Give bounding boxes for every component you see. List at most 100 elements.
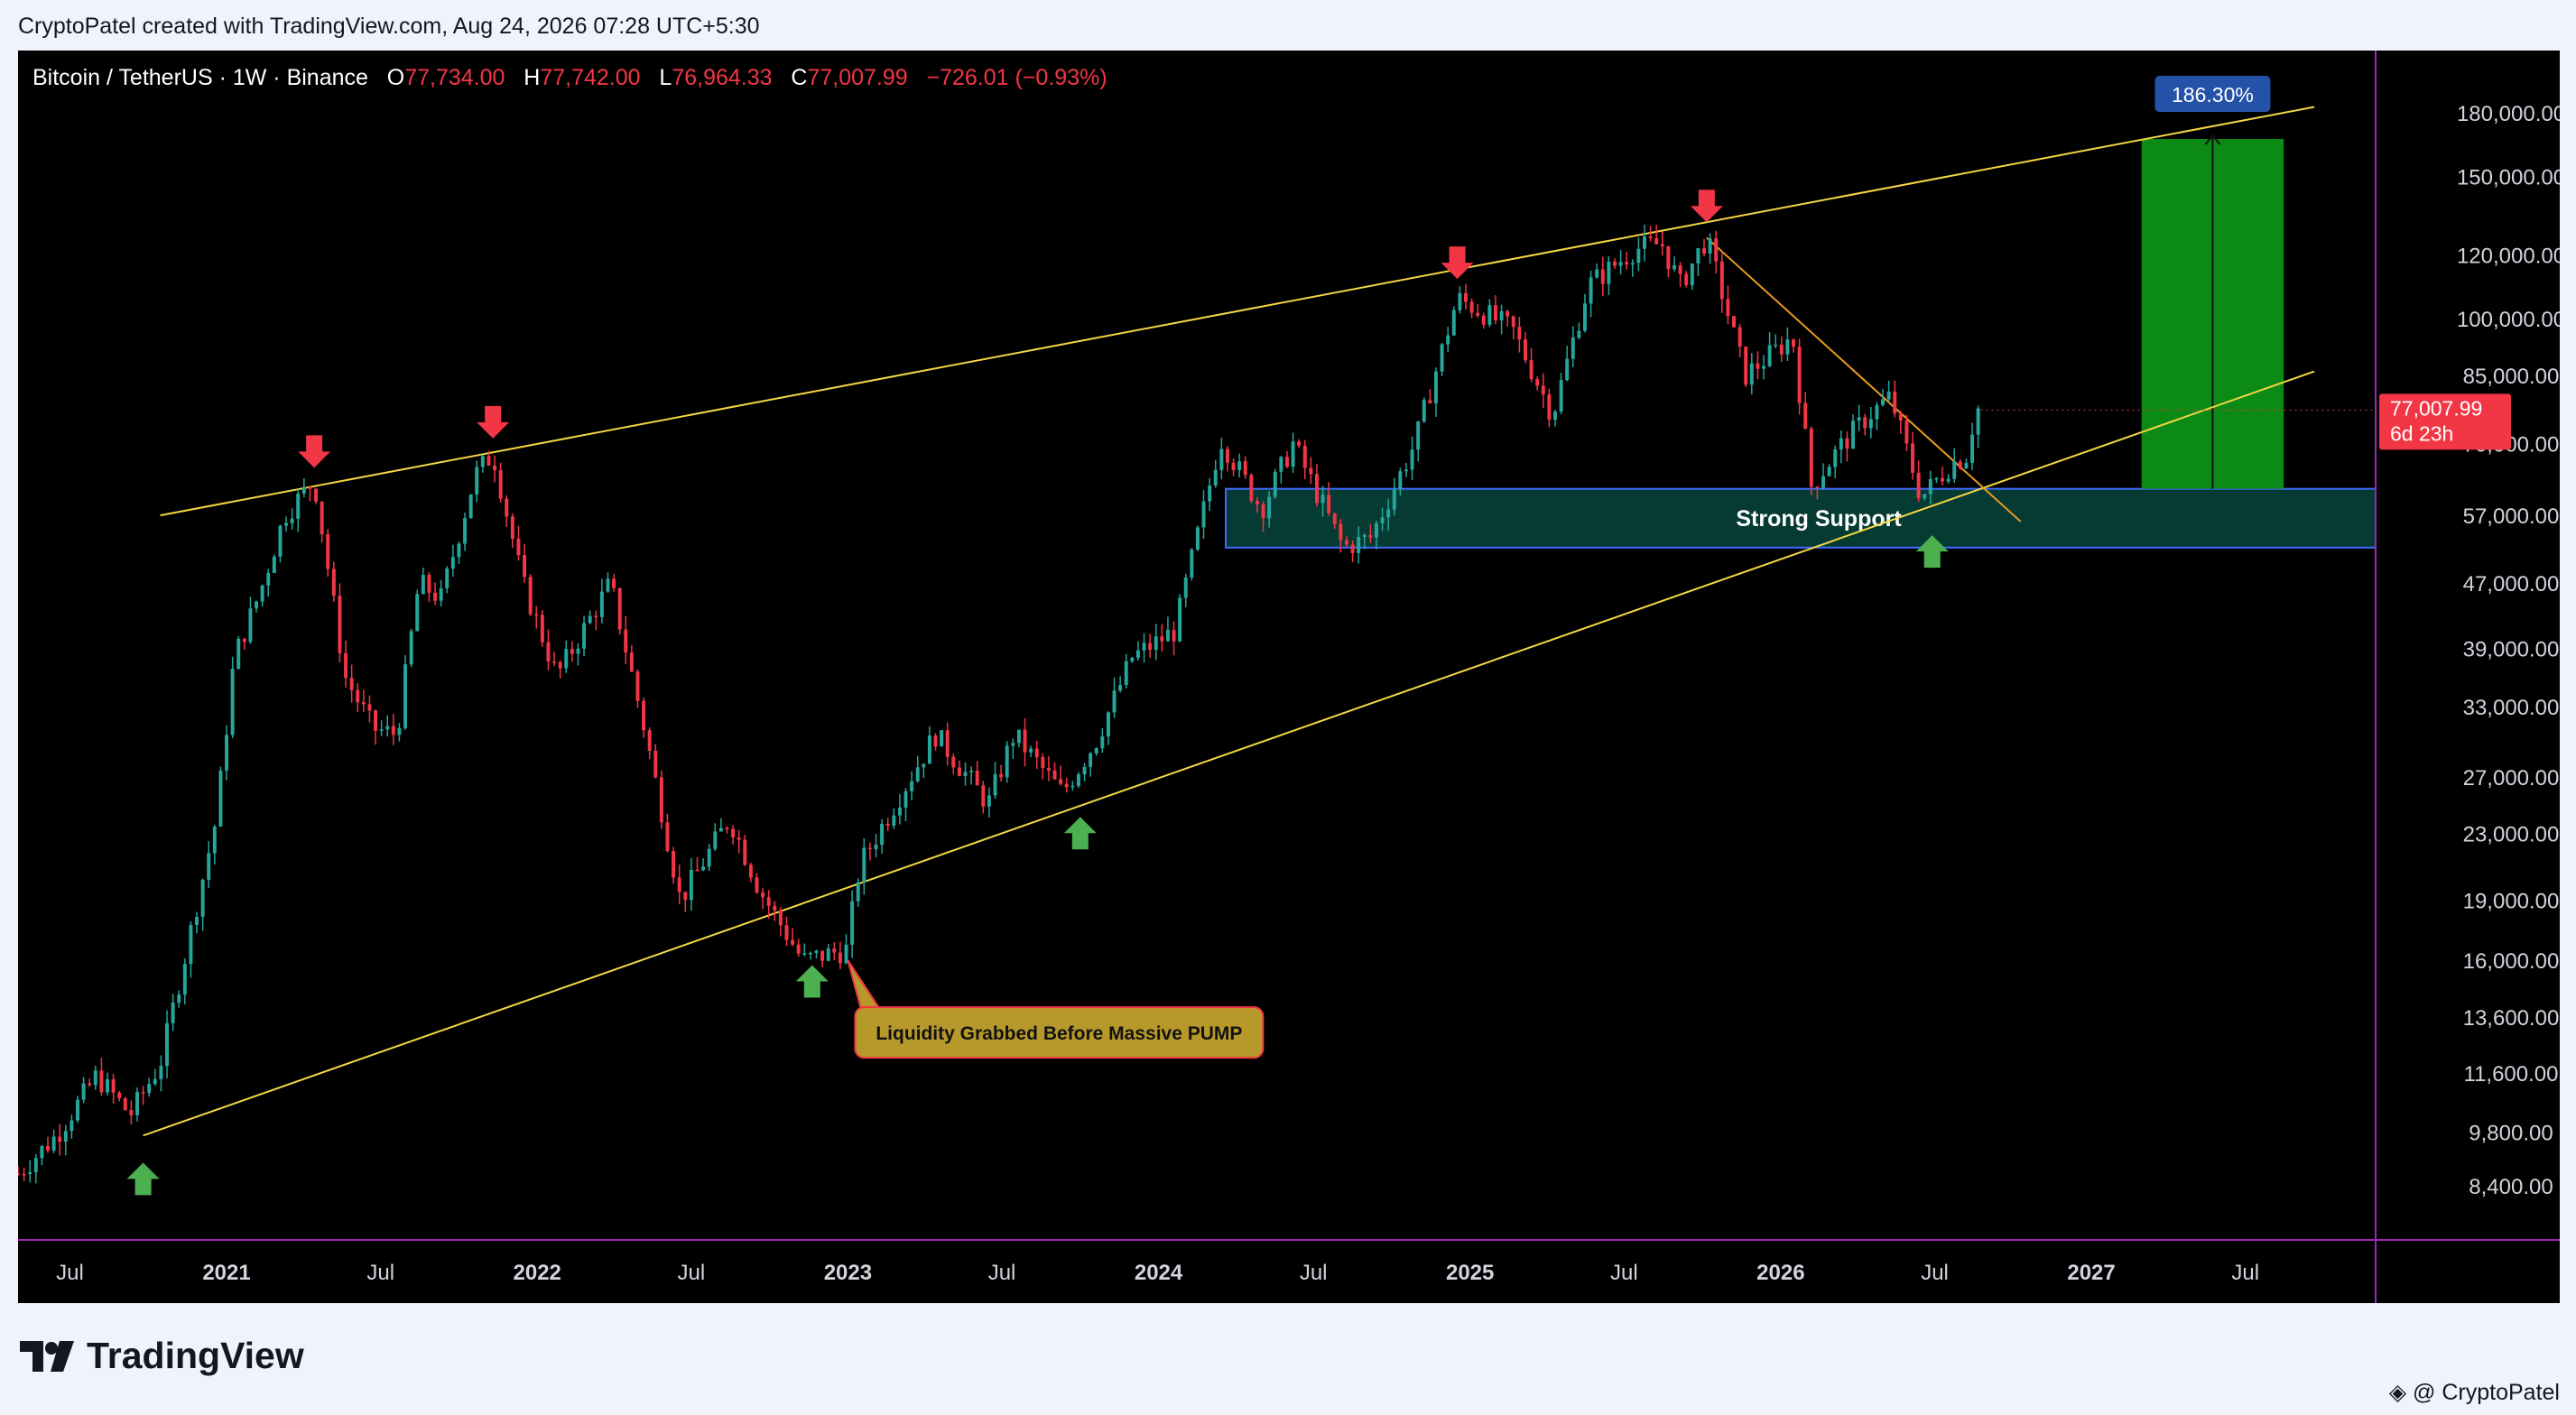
candle-body[interactable] (1064, 783, 1069, 788)
candle-body[interactable] (784, 925, 789, 940)
candle-body[interactable] (28, 1172, 32, 1175)
candle-body[interactable] (826, 948, 830, 961)
candle-body[interactable] (1958, 461, 1962, 469)
candle-body[interactable] (867, 847, 872, 850)
candle-body[interactable] (1320, 495, 1325, 504)
candle-body[interactable] (1618, 262, 1623, 266)
price-chart[interactable]: Strong Support 186.30% Liquidity Grabbed B… (18, 51, 2560, 1303)
candle-body[interactable] (672, 851, 676, 878)
candle-body[interactable] (391, 726, 395, 735)
candle-body[interactable] (731, 828, 736, 837)
candle-body[interactable] (1148, 643, 1153, 651)
candle-body[interactable] (58, 1136, 62, 1142)
candle-body[interactable] (624, 629, 628, 653)
candle-body[interactable] (1327, 495, 1331, 513)
candle-body[interactable] (296, 493, 301, 519)
candle-body[interactable] (1517, 327, 1522, 340)
candle-body[interactable] (689, 869, 693, 901)
candle-body[interactable] (230, 669, 235, 735)
candle-body[interactable] (1094, 748, 1098, 754)
candle-body[interactable] (599, 591, 604, 617)
candle-body[interactable] (272, 556, 276, 574)
candle-body[interactable] (885, 823, 890, 827)
candle-body[interactable] (1928, 478, 1932, 495)
candle-body[interactable] (356, 689, 360, 703)
candle-body[interactable] (1737, 327, 1742, 347)
candle-body[interactable] (1673, 264, 1676, 270)
candle-body[interactable] (1625, 262, 1629, 265)
candle-body[interactable] (1511, 316, 1515, 328)
candle-body[interactable] (558, 661, 562, 669)
candle-body[interactable] (331, 569, 336, 597)
candle-body[interactable] (1970, 434, 1975, 463)
candle-body[interactable] (755, 877, 759, 893)
candle-body[interactable] (713, 831, 718, 849)
candle-body[interactable] (659, 777, 663, 823)
candle-body[interactable] (63, 1131, 68, 1142)
candle-body[interactable] (46, 1146, 50, 1151)
candle-body[interactable] (1154, 636, 1158, 651)
candle-body[interactable] (1124, 661, 1128, 686)
candle-body[interactable] (344, 652, 348, 679)
candle-body[interactable] (1726, 299, 1730, 317)
candle-body[interactable] (1410, 449, 1414, 470)
candle-body[interactable] (1118, 685, 1123, 691)
author-credit[interactable]: ◈ @ CryptoPatel (2389, 1379, 2560, 1406)
candle-body[interactable] (1481, 315, 1486, 325)
candle-body[interactable] (18, 1173, 20, 1176)
candle-body[interactable] (1749, 363, 1754, 385)
candle-body[interactable] (1886, 391, 1891, 400)
candle-body[interactable] (433, 592, 438, 601)
candle-body[interactable] (1172, 630, 1176, 642)
candle-body[interactable] (1487, 305, 1492, 325)
candle-body[interactable] (546, 642, 551, 661)
candle-body[interactable] (159, 1066, 163, 1079)
candle-body[interactable] (856, 882, 860, 902)
tradingview-logo[interactable]: TradingView (20, 1335, 304, 1377)
candle-body[interactable] (1237, 461, 1242, 470)
candle-body[interactable] (123, 1098, 127, 1110)
candle-body[interactable] (1827, 467, 1831, 476)
candle-body[interactable] (1392, 489, 1396, 510)
candle-body[interactable] (612, 578, 616, 588)
candle-body[interactable] (1243, 461, 1247, 476)
candle-body[interactable] (1630, 263, 1635, 265)
candle-body[interactable] (165, 1022, 169, 1067)
candle-body[interactable] (1839, 438, 1843, 450)
candle-body[interactable] (1213, 469, 1218, 486)
candle-body[interactable] (171, 1002, 175, 1023)
candle-body[interactable] (421, 574, 425, 595)
candle-body[interactable] (450, 557, 455, 569)
candle-body[interactable] (993, 773, 997, 796)
candle-body[interactable] (1201, 501, 1206, 528)
candle-body[interactable] (1112, 690, 1117, 713)
candle-body[interactable] (505, 498, 509, 517)
candle-body[interactable] (260, 585, 264, 602)
candle-body[interactable] (248, 608, 253, 643)
candle-body[interactable] (1332, 513, 1337, 524)
candle-body[interactable] (1524, 339, 1527, 361)
candle-body[interactable] (385, 726, 390, 730)
candle-body[interactable] (737, 837, 741, 840)
candle-body[interactable] (796, 944, 801, 954)
candle-body[interactable] (897, 807, 902, 816)
candle-body[interactable] (1284, 457, 1289, 467)
candle-body[interactable] (33, 1158, 38, 1173)
candle-body[interactable] (940, 730, 944, 747)
candle-body[interactable] (874, 845, 878, 850)
candle-body[interactable] (814, 950, 819, 953)
candle-body[interactable] (51, 1136, 56, 1151)
candle-body[interactable] (1231, 462, 1236, 470)
candle-body[interactable] (576, 648, 580, 654)
candle-body[interactable] (1440, 344, 1444, 372)
candle-body[interactable] (99, 1070, 104, 1093)
candle-body[interactable] (1052, 770, 1057, 780)
candle-body[interactable] (320, 501, 324, 534)
candle-body[interactable] (1863, 417, 1867, 429)
candle-body[interactable] (778, 910, 783, 926)
candle-body[interactable] (1135, 650, 1140, 658)
candle-body[interactable] (1178, 597, 1182, 642)
candle-body[interactable] (987, 795, 991, 807)
candle-body[interactable] (791, 939, 795, 945)
candle-body[interactable] (141, 1092, 145, 1094)
